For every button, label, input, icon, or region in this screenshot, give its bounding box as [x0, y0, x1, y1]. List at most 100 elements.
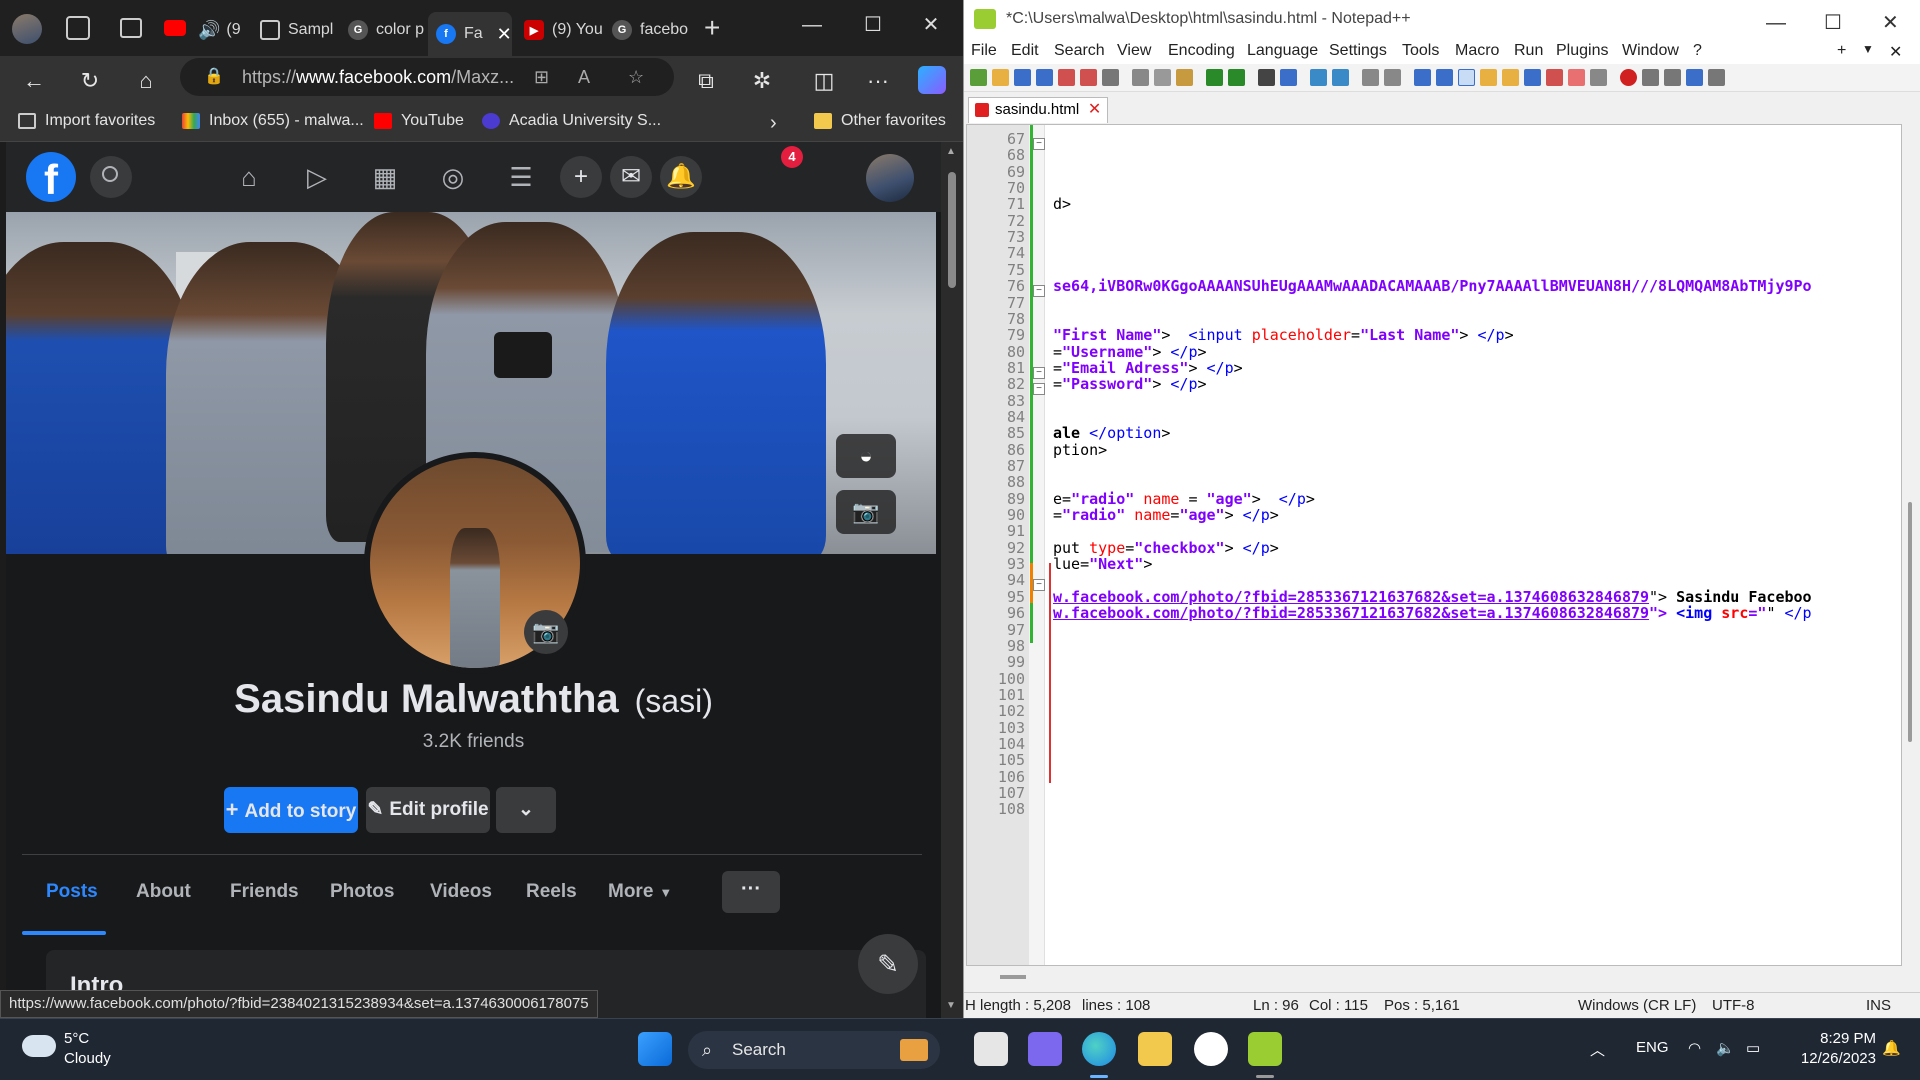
tab-facebook-active[interactable]: f Fa ✕: [428, 12, 512, 56]
youtube-tab-icon[interactable]: [164, 20, 186, 36]
profile-dropdown-button[interactable]: ⌄: [496, 787, 556, 833]
copilot-icon[interactable]: [918, 66, 946, 94]
editor-scroll-thumb[interactable]: [1908, 502, 1912, 742]
language-indicator[interactable]: ENG: [1636, 1039, 1669, 1056]
save-all-icon[interactable]: [1036, 69, 1053, 86]
maximize-button[interactable]: ☐: [856, 10, 890, 40]
fold-toggle-icon[interactable]: −: [1033, 138, 1045, 150]
notifications-bell-icon[interactable]: 🔔: [660, 156, 702, 198]
edit-profile-button[interactable]: ✎ Edit profile: [366, 787, 490, 833]
zoom-in-icon[interactable]: [1310, 69, 1327, 86]
fold-toggle-icon[interactable]: −: [1033, 367, 1045, 379]
taskbar-clock[interactable]: 8:29 PM 12/26/2023: [1786, 1029, 1876, 1069]
menu-run[interactable]: Run: [1514, 42, 1543, 60]
show-all-chars-icon[interactable]: [1436, 69, 1453, 86]
tab-actions-icon[interactable]: [120, 18, 142, 38]
tab-color[interactable]: G color p: [348, 12, 428, 48]
undo-icon[interactable]: [1206, 69, 1223, 86]
copy-icon[interactable]: [1154, 69, 1171, 86]
stop-macro-icon[interactable]: [1642, 69, 1659, 86]
fold-toggle-icon[interactable]: −: [1033, 285, 1045, 297]
editor-vertical-scrollbar[interactable]: [1902, 124, 1919, 966]
watch-icon[interactable]: ▷: [296, 156, 338, 198]
chevron-right-icon[interactable]: ›: [770, 112, 777, 135]
profile-camera-icon[interactable]: 📷: [524, 610, 568, 654]
close-all-icon[interactable]: [1080, 69, 1097, 86]
avatar-edit-button[interactable]: ◒: [836, 434, 896, 478]
taskbar-search-box[interactable]: ⌕ Search: [688, 1031, 940, 1069]
status-insert-mode[interactable]: INS: [1866, 997, 1891, 1014]
npp-minimize-button[interactable]: —: [1766, 4, 1786, 42]
apps-icon[interactable]: ⊞: [534, 58, 549, 96]
close-file-icon[interactable]: [1058, 69, 1075, 86]
indent-guide-icon[interactable]: [1458, 69, 1475, 86]
menu-view[interactable]: View: [1117, 42, 1151, 60]
tray-overflow-chevron-icon[interactable]: ︿: [1590, 1039, 1605, 1060]
url-field[interactable]: 🔒 https://www.facebook.com/Maxz... ⊞ A ☆: [180, 58, 674, 96]
status-encoding[interactable]: UTF-8: [1712, 997, 1755, 1014]
messenger-icon[interactable]: ✉: [610, 156, 652, 198]
fold-toggle-icon[interactable]: −: [1033, 579, 1045, 591]
add-tab-icon[interactable]: +: [1837, 42, 1846, 60]
save-macro-icon[interactable]: [1708, 69, 1725, 86]
doc-map-icon[interactable]: [1502, 69, 1519, 86]
tab-posts[interactable]: Posts: [46, 881, 98, 903]
bookmark-youtube[interactable]: YouTube: [374, 112, 464, 130]
editor-hscroll-thumb[interactable]: [1000, 975, 1026, 979]
groups-icon[interactable]: ◎: [432, 156, 474, 198]
facebook-search-button[interactable]: [90, 156, 132, 198]
doc-list-icon[interactable]: [1524, 69, 1541, 86]
tab-sample[interactable]: Sampl: [260, 12, 344, 48]
extensions-icon[interactable]: ✲: [746, 66, 778, 96]
close-file-tab-icon[interactable]: ✕: [1088, 98, 1101, 122]
new-tab-button[interactable]: +: [704, 12, 720, 44]
npp-maximize-button[interactable]: ☐: [1824, 4, 1842, 42]
function-list-icon[interactable]: [1546, 69, 1563, 86]
tab-reels[interactable]: Reels: [526, 881, 577, 903]
tab-more[interactable]: More ▼: [608, 881, 672, 903]
tab-google[interactable]: G facebo: [612, 12, 692, 48]
marketplace-icon[interactable]: ▦: [364, 156, 406, 198]
tab-list-icon[interactable]: ▼: [1862, 42, 1874, 56]
tab-audio[interactable]: 🔊 (9: [198, 12, 250, 48]
menu-icon[interactable]: ☰: [500, 156, 542, 198]
cover-camera-icon[interactable]: 📷: [836, 490, 896, 534]
windows-start-icon[interactable]: [638, 1032, 672, 1066]
menu-macro[interactable]: Macro: [1455, 42, 1499, 60]
split-screen-icon[interactable]: ⧉: [690, 66, 722, 96]
cut-icon[interactable]: [1132, 69, 1149, 86]
code-line[interactable]: [1053, 799, 1901, 819]
create-button[interactable]: +: [560, 156, 602, 198]
fold-toggle-icon[interactable]: −: [1033, 383, 1045, 395]
battery-icon[interactable]: ▭: [1746, 1039, 1760, 1057]
workspaces-icon[interactable]: [66, 16, 90, 40]
new-file-icon[interactable]: [970, 69, 987, 86]
menu-help[interactable]: ?: [1693, 42, 1702, 60]
account-avatar[interactable]: [866, 154, 914, 202]
zoom-out-icon[interactable]: [1332, 69, 1349, 86]
teams-chat-icon[interactable]: [1028, 1032, 1062, 1066]
tab-photos[interactable]: Photos: [330, 881, 394, 903]
close-doc-icon[interactable]: ✕: [1889, 42, 1902, 62]
cloud-icon[interactable]: [22, 1035, 56, 1057]
editor-horizontal-scrollbar[interactable]: [966, 966, 1902, 986]
friends-count[interactable]: 3.2K friends: [6, 731, 941, 753]
npp-close-button[interactable]: ✕: [1882, 4, 1899, 42]
facebook-logo-icon[interactable]: f: [26, 152, 76, 203]
tab-videos[interactable]: Videos: [430, 881, 492, 903]
menu-edit[interactable]: Edit: [1011, 42, 1039, 60]
menu-settings[interactable]: Settings: [1329, 42, 1387, 60]
notepad-taskbar-icon[interactable]: [1248, 1032, 1282, 1066]
add-to-story-button[interactable]: + Add to story: [224, 787, 358, 833]
sync-horizontal-icon[interactable]: [1384, 69, 1401, 86]
tab-youtube[interactable]: ▶ (9) You: [524, 12, 604, 48]
bookmark-gmail[interactable]: Inbox (655) - malwa...: [182, 112, 364, 130]
menu-tools[interactable]: Tools: [1402, 42, 1439, 60]
menu-file[interactable]: File: [971, 42, 997, 60]
profile-more-options-button[interactable]: ···: [722, 871, 780, 913]
menu-window[interactable]: Window: [1622, 42, 1679, 60]
browser-scrollbar[interactable]: ▲ ▼: [941, 142, 963, 1018]
scroll-up-icon[interactable]: ▲: [946, 146, 956, 157]
run-macro-multiple-icon[interactable]: [1686, 69, 1703, 86]
more-menu-button[interactable]: ···: [862, 66, 894, 96]
